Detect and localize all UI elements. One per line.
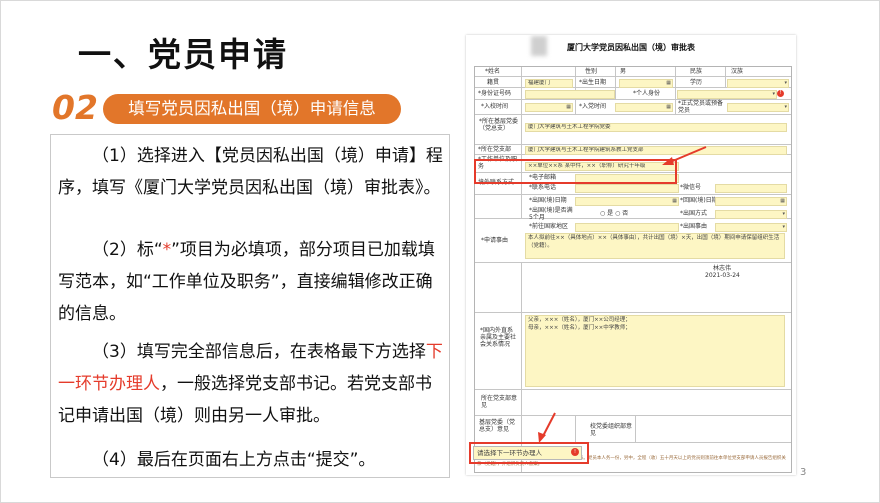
label-country: *出国方式: [680, 210, 708, 217]
label-cause: *出国事由: [680, 223, 708, 230]
instruction-step-1: （1）选择进入【党员因私出国（境）申请】程序，填写《厦门大学党员因私出国（境）审…: [58, 146, 443, 198]
label-grassroots-committee: *所在基层党委（党总支）: [479, 118, 519, 132]
chevron-down-icon: ▾: [784, 104, 787, 110]
label-branch: *所在党支部: [478, 146, 512, 153]
radio-yes[interactable]: ○ 是 ○ 否: [600, 210, 628, 217]
id-number-field[interactable]: [525, 90, 615, 99]
chevron-down-icon: ▾: [772, 91, 775, 97]
label-identity: *个人身份: [633, 90, 661, 97]
label-school-join: *入校时间: [481, 103, 509, 110]
calendar-icon: ▦: [566, 104, 571, 110]
label-relatives: *国内外直系亲属及主要社会关系情况: [480, 327, 517, 348]
education-select[interactable]: ▾: [727, 79, 789, 88]
label-return-date: *回国(境)日期: [680, 197, 718, 204]
depart-date-field[interactable]: ▦: [575, 197, 679, 206]
formal-member-select[interactable]: ▾: [727, 103, 789, 112]
page-number: 3: [800, 467, 807, 478]
label-application-reason: *申请事由: [481, 237, 509, 244]
native-field[interactable]: 福建厦门: [525, 79, 573, 88]
form-title: 厦门大学党员因私出国（境）审批表: [567, 43, 695, 52]
approval-form-panel: 厦门大学党员因私出国（境）审批表 *姓名 性别 男 民族 汉族 籍贯 福建厦门 …: [466, 35, 796, 475]
birth-date-field[interactable]: ▦: [619, 79, 673, 88]
calendar-icon: ▦: [672, 198, 677, 204]
instruction-step-2: （2）标“*”项目为必填项，部分项目已加载填写范本，如“工作单位及职务”，直接编…: [58, 234, 443, 330]
relatives-textarea[interactable]: 父亲，×××（姓名），厦门××公司经理； 母亲，×××（姓名），厦门××中学教师…: [525, 315, 785, 387]
callout-arrow-top: [662, 146, 707, 165]
label-wechat: *微信号: [680, 184, 702, 191]
label-id-number: *身份证号码: [478, 90, 512, 97]
chevron-down-icon: ▾: [782, 211, 785, 217]
cause-select[interactable]: ▾: [715, 223, 787, 232]
callout-arrow-bottom: [538, 412, 556, 443]
form-grid: *姓名 性别 男 民族 汉族 籍贯 福建厦门 *出生日期 ▦ 学历 ▾ *身份证…: [474, 36, 792, 473]
application-reason-textarea[interactable]: 本人拟前往××（具体地点）××（具体事由），共计出国（境）×天，出国（境）期间申…: [525, 233, 785, 259]
instruction-step-3: （3）填写完全部信息后，在表格最下方选择下一环节办理人，一般选择党支部书记。若党…: [58, 336, 443, 432]
label-birth: *出生日期: [579, 79, 607, 86]
label-grassroots-opinion: 基层党委（党总支）意见: [479, 419, 516, 433]
instruction-step-4: （4）最后在页面右上方点击“提交”。: [92, 450, 376, 470]
identity-select[interactable]: ▾: [677, 90, 777, 99]
calendar-icon: ▦: [780, 198, 785, 204]
label-school-opinion: 校党委组织部意见: [590, 423, 633, 437]
label-education: 学历: [690, 79, 703, 86]
required-star: *: [162, 240, 172, 260]
step-2-text-a: （2）标“: [92, 240, 163, 260]
contact-phone-field[interactable]: [575, 184, 679, 193]
calendar-icon: ▦: [666, 80, 671, 86]
label-contact-phone: *联系电话: [529, 184, 557, 191]
departure-mode-select[interactable]: ▾: [715, 210, 787, 219]
label-branch-opinion: 所在党支部意见: [481, 395, 518, 409]
chevron-down-icon: ▾: [784, 80, 787, 86]
signer-name: 林志伟: [713, 265, 732, 272]
label-depart-date: *出国(境)日期: [529, 197, 567, 204]
chevron-down-icon: ▾: [782, 224, 785, 230]
school-join-field[interactable]: ▦: [525, 103, 573, 112]
value-gender: 男: [620, 68, 627, 75]
label-native: 籍贯: [487, 79, 500, 86]
label-destination: *前往国家地区: [529, 223, 569, 230]
value-ethnicity: 汉族: [731, 68, 744, 75]
return-date-field[interactable]: ▦: [715, 197, 787, 206]
sign-date: 2021-03-24: [705, 272, 740, 279]
calendar-icon: ▦: [666, 104, 671, 110]
label-gender: 性别: [585, 68, 598, 75]
party-join-field[interactable]: ▦: [615, 103, 673, 112]
label-over-5-months: *出国(境)是否满5个月: [529, 207, 573, 221]
wechat-field[interactable]: [715, 184, 787, 193]
redacted-name: [531, 36, 547, 56]
required-alert-icon: !: [777, 90, 784, 97]
grassroots-committee-select[interactable]: 厦门大学建筑与土木工程学院党委: [525, 123, 787, 132]
branch-select[interactable]: 厦门大学建筑与土木工程学院建筑系教工党支部: [525, 146, 787, 155]
slide-title: 一、党员申请: [78, 35, 288, 74]
label-name: *姓名: [485, 68, 501, 75]
label-ethnicity: 民族: [690, 68, 703, 75]
section-number: 02: [52, 88, 98, 127]
next-handler-callout: [469, 442, 589, 464]
step-3-text-a: （3）填写完全部信息后，在表格最下方选择: [92, 342, 426, 362]
label-formal-member: *正式党员或预备党员: [678, 100, 724, 114]
work-unit-callout: [474, 159, 677, 184]
destination-field[interactable]: [575, 223, 679, 232]
section-title-pill: 填写党员因私出国（境）申请信息: [103, 94, 401, 124]
label-party-join: *入党时间: [579, 103, 607, 110]
